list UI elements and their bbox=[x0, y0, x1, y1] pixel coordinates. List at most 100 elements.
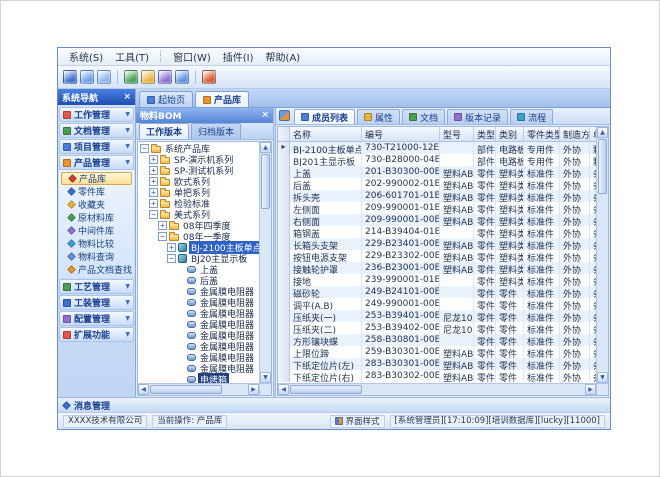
tab-properties[interactable]: 属性 bbox=[357, 109, 400, 124]
table-row[interactable]: 上盖201-B30300-00E塑料ABS零件塑料类标准件外协条 bbox=[278, 166, 596, 178]
tree-vertical-scrollbar[interactable]: ▲ ▼ bbox=[259, 142, 271, 383]
menu-item-5[interactable]: 帮助(A) bbox=[260, 48, 307, 65]
nav-section-extensions[interactable]: 扩展功能▼ bbox=[59, 327, 134, 342]
scroll-down-icon[interactable]: ▼ bbox=[260, 372, 271, 383]
expand-icon[interactable]: + bbox=[158, 221, 167, 230]
nav-section-work-mgmt[interactable]: 工作管理▼ bbox=[59, 107, 134, 122]
table-row[interactable]: 调平(A.B)249-990001-00E零件零件标准件外协条 bbox=[278, 298, 596, 310]
nav-section-doc-mgmt[interactable]: 文档管理▼ bbox=[59, 123, 134, 138]
scroll-up-icon[interactable]: ▲ bbox=[597, 127, 608, 138]
column-header-1[interactable]: 名称 bbox=[290, 127, 362, 141]
table-row[interactable]: 左侧面209-990001-01E塑料ABS零件塑料类标准件外协条 bbox=[278, 202, 596, 214]
mail-icon[interactable] bbox=[141, 70, 155, 84]
table-row[interactable]: 上限位蹄259-B30301-00E塑料ABS零件零件标准件外协条 bbox=[278, 346, 596, 358]
nav-section-config-mgmt[interactable]: 配置管理▼ bbox=[59, 311, 134, 326]
tree-row[interactable]: 电烤箱 bbox=[138, 374, 259, 383]
table-row[interactable]: 接触轮护罩236-B23001-00E塑料ABS零件塑料类标准件外协条 bbox=[278, 262, 596, 274]
column-header-6[interactable]: 零件类型 bbox=[524, 127, 560, 141]
tab-workflow[interactable]: 流程 bbox=[510, 109, 553, 124]
expand-icon[interactable]: + bbox=[167, 243, 176, 252]
nav-item-product-doc-search[interactable]: 产品文档查找 bbox=[59, 263, 134, 276]
scroll-left-icon[interactable]: ◀ bbox=[138, 384, 149, 395]
expand-icon[interactable]: + bbox=[149, 155, 158, 164]
table-row[interactable]: ▸BJ-2100主板单点730-T21000-12E部件电路板专用件外协颗 bbox=[278, 142, 596, 154]
nav-item-favorites[interactable]: 收藏夹 bbox=[59, 198, 134, 211]
scroll-down-icon[interactable]: ▼ bbox=[597, 372, 608, 383]
collapse-icon[interactable]: − bbox=[140, 144, 149, 153]
nav-item-product-library[interactable]: 产品库 bbox=[61, 172, 132, 185]
column-header-3[interactable]: 型号 bbox=[440, 127, 474, 141]
table-row[interactable]: 压纸夹(一)253-B39401-00E尼龙1010零件零件标准件外协条 bbox=[278, 310, 596, 322]
column-header-4[interactable]: 类型 bbox=[474, 127, 496, 141]
scrollbar-thumb[interactable] bbox=[598, 139, 607, 194]
table-row[interactable]: 方形镶块蝶258-B30801-00E零件零件标准件外协条 bbox=[278, 334, 596, 346]
column-header-7[interactable]: 制造方式 bbox=[560, 127, 590, 141]
table-horizontal-scrollbar[interactable]: ◀ ▶ bbox=[278, 383, 596, 395]
nav-section-tooling-mgmt[interactable]: 工装管理▼ bbox=[59, 295, 134, 310]
scroll-up-icon[interactable]: ▲ bbox=[260, 142, 271, 153]
table-row[interactable]: 磁砂轮249-B24101-00E零件零件标准件外协条 bbox=[278, 286, 596, 298]
column-header-5[interactable]: 类别 bbox=[496, 127, 524, 141]
window-layout-icon[interactable] bbox=[97, 70, 111, 84]
table-row[interactable]: 箱钢盖214-B39404-01E零件塑料类标准件外协条 bbox=[278, 226, 596, 238]
close-icon[interactable]: × bbox=[123, 93, 131, 102]
collapse-icon[interactable]: − bbox=[149, 210, 158, 219]
nav-section-process-mgmt[interactable]: 工艺管理▼ bbox=[59, 279, 134, 294]
search-icon[interactable] bbox=[158, 70, 172, 84]
scrollbar-track[interactable] bbox=[363, 384, 585, 395]
nav-item-raw-materials[interactable]: 原材料库 bbox=[59, 211, 134, 224]
scroll-left-icon[interactable]: ◀ bbox=[278, 384, 289, 395]
expand-icon[interactable]: + bbox=[149, 199, 158, 208]
menu-item-1[interactable]: 系统(S) bbox=[63, 48, 109, 65]
nav-item-material-query[interactable]: 物料查询 bbox=[59, 250, 134, 263]
navigation-icon[interactable] bbox=[80, 70, 94, 84]
nav-item-middleware-library[interactable]: 中间件库 bbox=[59, 224, 134, 237]
menu-item-2[interactable]: 工具(T) bbox=[109, 48, 155, 65]
table-row[interactable]: 下纸定位片(左)283-B30301-00E塑料ABS零件零件标准件外协条 bbox=[278, 358, 596, 370]
tab-product-library[interactable]: 产品库 bbox=[195, 91, 249, 107]
table-row[interactable]: 拆头壳206-601701-01E塑料ABS零件塑料类标准件外协条 bbox=[278, 190, 596, 202]
table-row[interactable]: 长箱头支架229-B23401-00E塑料ABS零件塑料类标准件外协条 bbox=[278, 238, 596, 250]
expand-icon[interactable]: + bbox=[149, 166, 158, 175]
table-vertical-scrollbar[interactable]: ▲ ▼ bbox=[596, 127, 608, 383]
home-icon[interactable] bbox=[63, 70, 77, 84]
table-row[interactable]: 后盖202-990002-01E塑料ABS零件塑料类标准件外协条 bbox=[278, 178, 596, 190]
table-row[interactable]: 接地239-990001-01E零件塑料类标准件外协条 bbox=[278, 274, 596, 286]
menu-item-3[interactable]: 窗口(W) bbox=[167, 48, 217, 65]
tab-member-list[interactable]: 成员列表 bbox=[294, 109, 355, 124]
nav-item-parts-library[interactable]: 零件库 bbox=[59, 185, 134, 198]
table-row[interactable]: 压纸夹(二)253-B39402-00E尼龙1010零件零件标准件外协条 bbox=[278, 322, 596, 334]
nav-section-product-mgmt[interactable]: 产品管理▼ bbox=[59, 155, 134, 170]
close-icon[interactable]: × bbox=[261, 111, 269, 120]
table-row[interactable]: 右侧面209-990001-00E塑料ABS零件塑料类标准件外协条 bbox=[278, 214, 596, 226]
scrollbar-thumb[interactable] bbox=[290, 385, 362, 394]
table-row[interactable]: 下纸定位片(右)283-B30302-00E塑料ABS零件零件标准件外协条 bbox=[278, 370, 596, 382]
tab-archived-version[interactable]: 归档版本 bbox=[191, 123, 241, 139]
exit-icon[interactable] bbox=[202, 70, 216, 84]
scrollbar-track[interactable] bbox=[223, 384, 248, 395]
nav-item-material-compare[interactable]: 物料比较 bbox=[59, 237, 134, 250]
tab-start-page[interactable]: 起始页 bbox=[139, 91, 193, 107]
collapse-icon[interactable]: − bbox=[167, 254, 176, 263]
refresh-icon[interactable] bbox=[124, 70, 138, 84]
scroll-right-icon[interactable]: ▶ bbox=[585, 384, 596, 395]
tab-documents[interactable]: 文档 bbox=[402, 109, 445, 124]
tab-working-version[interactable]: 工作版本 bbox=[139, 123, 189, 139]
expand-icon[interactable]: + bbox=[149, 177, 158, 186]
message-panel-bar[interactable]: 消息管理 bbox=[58, 397, 610, 412]
scrollbar-track[interactable] bbox=[260, 210, 271, 372]
help-icon[interactable] bbox=[175, 70, 189, 84]
collapse-icon[interactable]: − bbox=[158, 232, 167, 241]
table-row[interactable]: 按钮电源支架229-B23302-00E塑料ABS零件塑料类标准件外协条 bbox=[278, 250, 596, 262]
scroll-right-icon[interactable]: ▶ bbox=[248, 384, 259, 395]
menu-item-4[interactable]: 插件(I) bbox=[217, 48, 260, 65]
column-header-2[interactable]: 编号 bbox=[362, 127, 440, 141]
tree-horizontal-scrollbar[interactable]: ◀ ▶ bbox=[138, 383, 259, 395]
expand-icon[interactable]: + bbox=[149, 188, 158, 197]
tab-version-history[interactable]: 版本记录 bbox=[447, 109, 508, 124]
scrollbar-track[interactable] bbox=[597, 195, 608, 372]
scrollbar-thumb[interactable] bbox=[150, 385, 222, 394]
ui-style-button[interactable]: 界面样式 bbox=[330, 415, 385, 428]
grid-view-icon[interactable] bbox=[279, 110, 290, 121]
nav-section-project-mgmt[interactable]: 项目管理▼ bbox=[59, 139, 134, 154]
